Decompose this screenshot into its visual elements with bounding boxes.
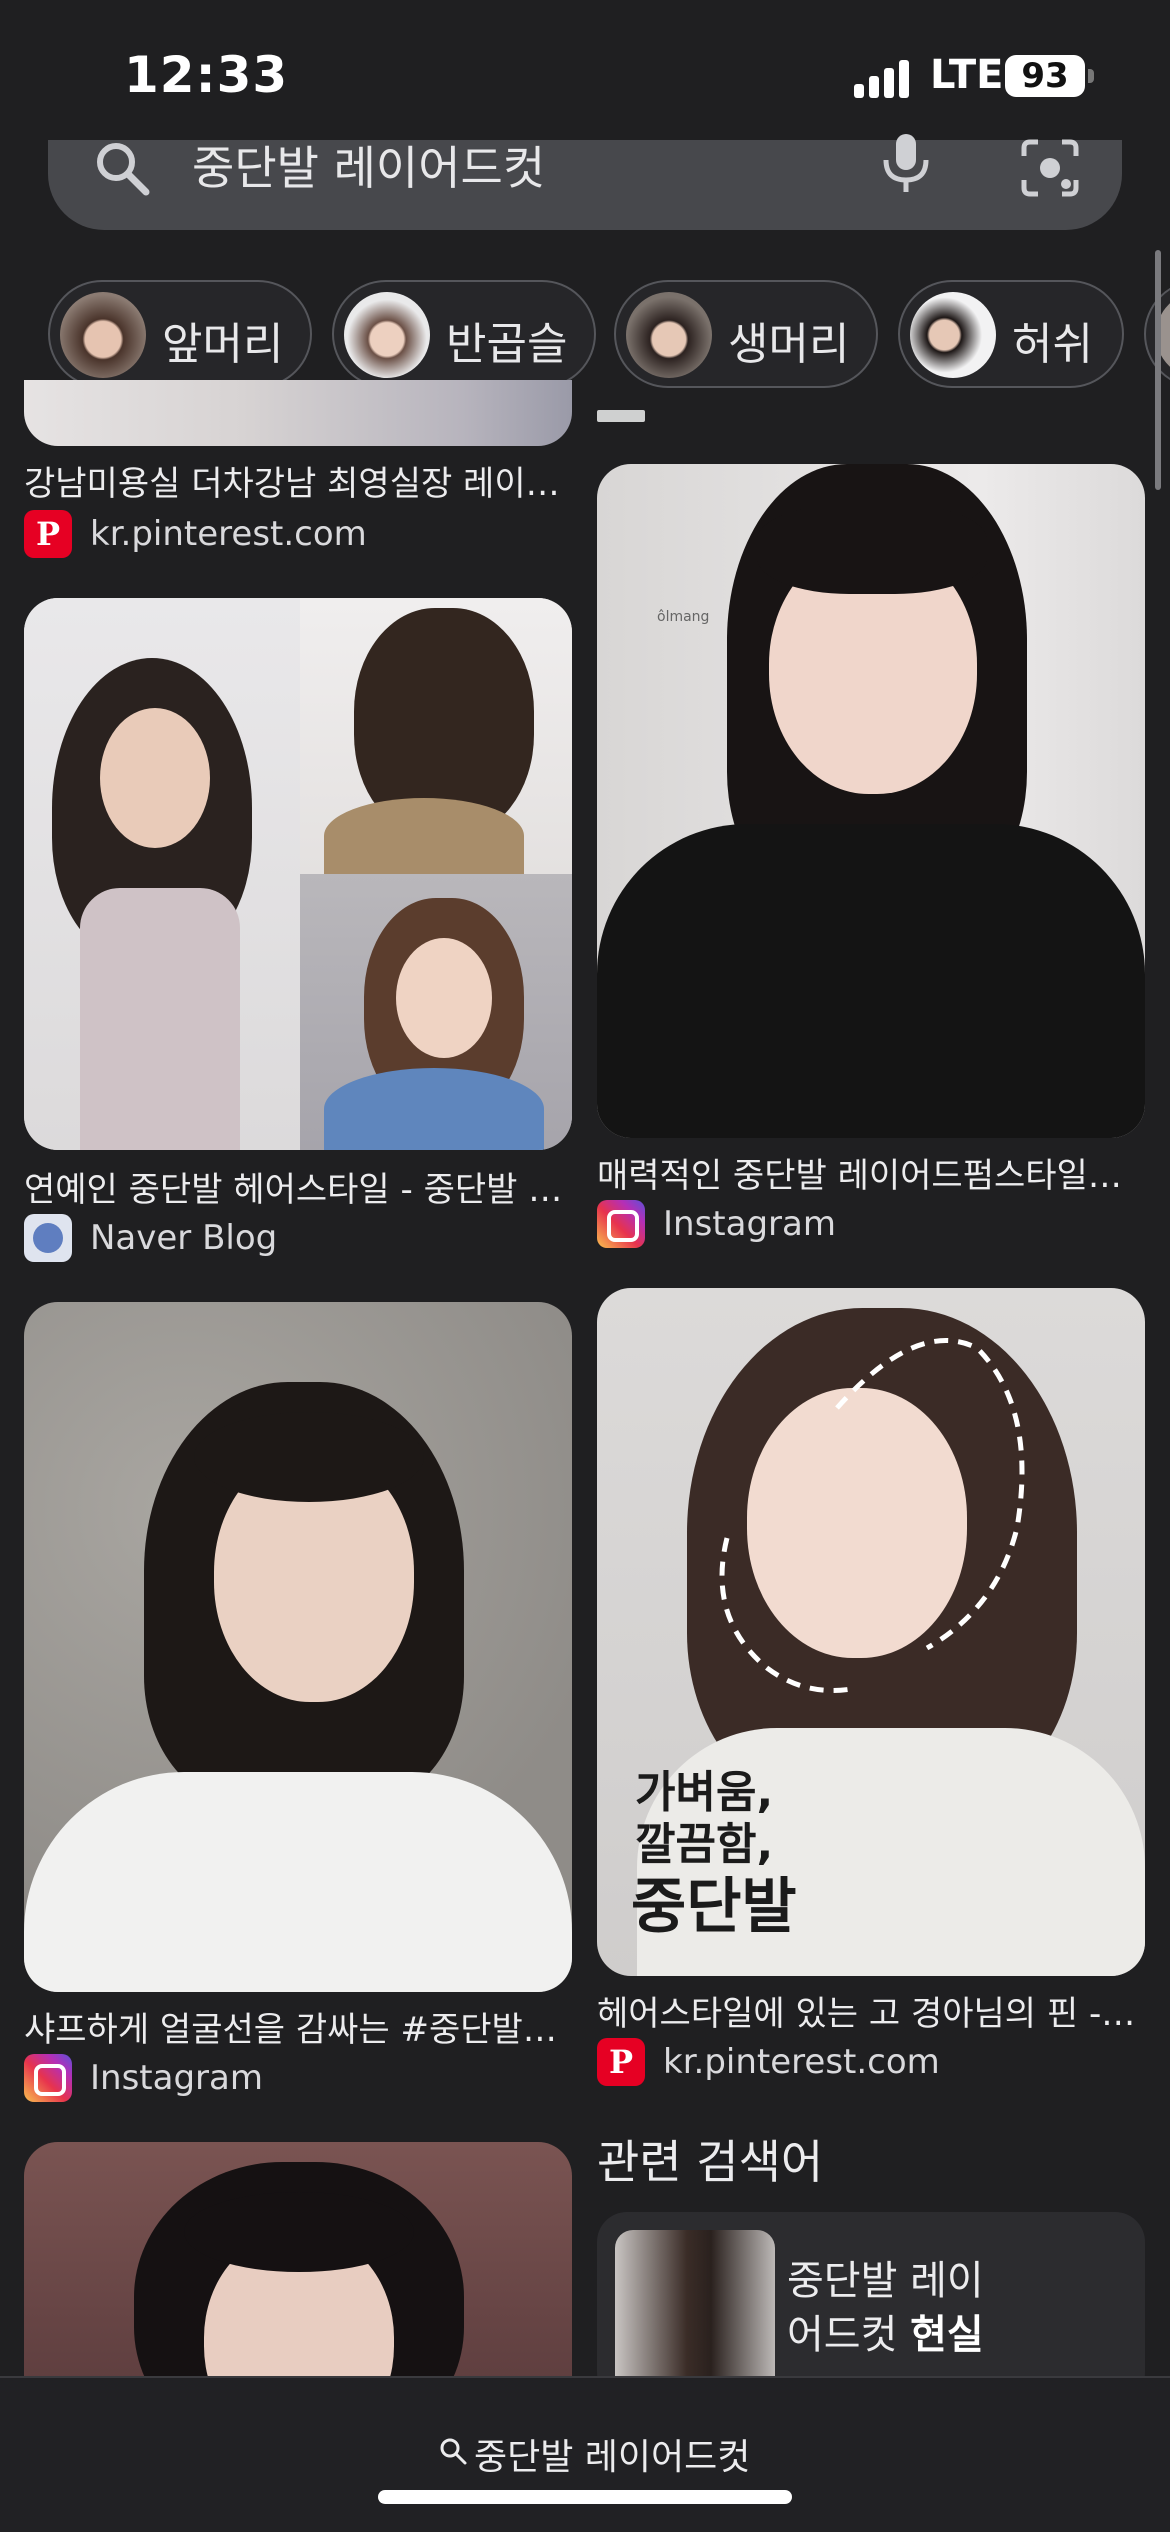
chip-label: 생머리 bbox=[728, 319, 850, 370]
status-bar: 12:33 LTE 93 bbox=[0, 0, 1170, 140]
result-source: Instagram bbox=[663, 1204, 836, 1244]
related-searches-heading: 관련 검색어 bbox=[597, 2135, 824, 2189]
result-title[interactable]: 샤프하게 얼굴선을 감싸는 #중단발… bbox=[24, 2002, 572, 2051]
result-image-partial[interactable] bbox=[597, 380, 1145, 424]
signal-icon bbox=[854, 58, 910, 98]
bottom-search-query[interactable]: 중단발 레이어드컷 bbox=[474, 2428, 750, 2480]
chip-허쉬[interactable]: 허쉬 bbox=[898, 280, 1124, 388]
home-indicator[interactable] bbox=[378, 2490, 792, 2504]
result-image[interactable]: ôlmang bbox=[597, 464, 1145, 1138]
overlay-line: 깔끔함, bbox=[635, 1819, 774, 1870]
result-image[interactable] bbox=[24, 2142, 572, 2402]
result-image[interactable] bbox=[24, 1302, 572, 1992]
chip-반곱슬[interactable]: 반곱슬 bbox=[332, 280, 596, 388]
instagram-icon bbox=[24, 2054, 72, 2102]
bottom-search-bar[interactable]: 중단발 레이어드컷 bbox=[0, 2376, 1170, 2532]
chip-thumbnail bbox=[626, 292, 712, 378]
search-icon[interactable] bbox=[92, 138, 152, 198]
chip-label: 반곱슬 bbox=[446, 319, 568, 370]
network-label: LTE bbox=[930, 52, 1004, 98]
result-title[interactable]: 헤어스타일에 있는 고 경아님의 핀 -… bbox=[597, 1986, 1145, 2035]
result-image[interactable] bbox=[24, 598, 572, 1150]
result-source: Naver Blog bbox=[90, 1218, 278, 1258]
status-time: 12:33 bbox=[124, 46, 289, 104]
image-watermark: ôlmang bbox=[657, 609, 710, 625]
chip-thumbnail bbox=[60, 292, 146, 378]
microphone-icon[interactable] bbox=[880, 132, 932, 194]
chip-thumbnail bbox=[910, 292, 996, 378]
chip-thumbnail bbox=[344, 292, 430, 378]
result-title[interactable]: 연예인 중단발 헤어스타일 - 중단발 … bbox=[24, 1162, 572, 1211]
chip-앞머리[interactable]: 앞머리 bbox=[48, 280, 312, 388]
result-source: kr.pinterest.com bbox=[90, 514, 367, 554]
filter-chips: 앞머리 반곱슬 생머리 허쉬 bbox=[0, 280, 1170, 390]
result-image[interactable]: 가벼움, 깔끔함, 중단발 bbox=[597, 1288, 1145, 1976]
result-title[interactable]: 매력적인 중단발 레이어드펌스타일… bbox=[597, 1148, 1145, 1197]
pinterest-icon bbox=[24, 510, 72, 558]
chip-label: 앞머리 bbox=[162, 319, 284, 370]
result-source: Instagram bbox=[90, 2058, 263, 2098]
battery-icon: 93 bbox=[1005, 55, 1085, 97]
search-input[interactable]: 중단발 레이어드컷 bbox=[192, 132, 545, 198]
naver-blog-icon bbox=[24, 1214, 72, 1262]
related-search-text: 중단발 레이 어드컷 현실 bbox=[787, 2258, 984, 2358]
instagram-icon bbox=[597, 1200, 645, 1248]
chip-생머리[interactable]: 생머리 bbox=[614, 280, 878, 388]
battery-tip bbox=[1088, 69, 1094, 83]
result-source: kr.pinterest.com bbox=[663, 2042, 940, 2082]
chip-label: 허쉬 bbox=[1012, 319, 1093, 370]
overlay-line: 중단발 bbox=[631, 1872, 797, 1942]
overlay-line: 가벼움, bbox=[635, 1767, 774, 1818]
camera-lens-icon[interactable] bbox=[1020, 138, 1080, 198]
scrollbar[interactable] bbox=[1155, 250, 1161, 490]
result-title[interactable]: 강남미용실 더차강남 최영실장 레이… bbox=[24, 456, 572, 505]
pinterest-icon bbox=[597, 2038, 645, 2086]
related-search-item[interactable]: 중단발 레이 어드컷 현실 bbox=[597, 2212, 1145, 2402]
result-image-partial[interactable] bbox=[24, 380, 572, 446]
search-icon bbox=[440, 2438, 467, 2465]
